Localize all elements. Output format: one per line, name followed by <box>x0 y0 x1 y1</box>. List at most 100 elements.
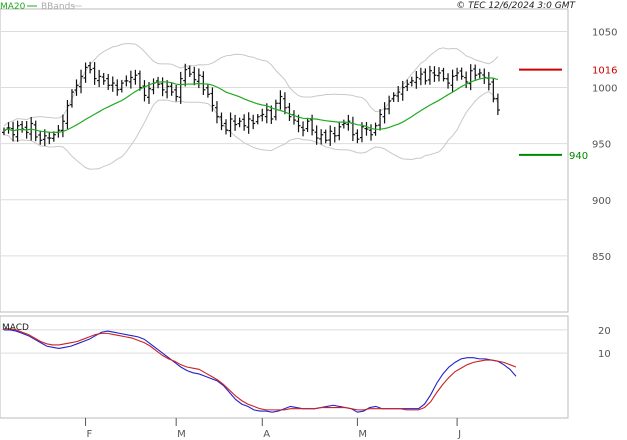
ohlc-bar <box>455 67 460 81</box>
price-panel-frame <box>0 8 569 313</box>
ohlc-bar <box>319 129 324 145</box>
ohlc-bar <box>151 78 156 95</box>
ohlc-bar <box>464 71 469 89</box>
price-tick-label: 1000 <box>592 84 617 95</box>
ohlc-bar <box>47 131 52 145</box>
signal-series <box>4 328 517 411</box>
ohlc-bar <box>169 82 174 96</box>
ohlc-bar <box>382 102 387 124</box>
macd-series <box>4 328 517 413</box>
ohlc-bar <box>468 64 473 91</box>
ohlc-bar <box>328 125 333 146</box>
ohlc-bar <box>160 77 165 97</box>
price-tick-label: 850 <box>592 252 611 263</box>
ohlc-bar <box>92 62 97 85</box>
price-tick-label: 1050 <box>592 27 617 38</box>
ohlc-bar <box>369 124 374 141</box>
ohlc-bar <box>11 121 16 142</box>
ohlc-bar <box>337 122 342 141</box>
bollinger-bands <box>3 43 499 170</box>
ohlc-bar <box>332 126 337 143</box>
ohlc-bar <box>79 69 84 94</box>
ohlc-bar <box>491 78 496 103</box>
macd-panel-frame <box>0 315 569 419</box>
ohlc-bar <box>2 127 6 136</box>
ohlc-bar <box>495 93 500 116</box>
ohlc-bar <box>355 129 360 144</box>
ohlc-bar <box>260 108 265 122</box>
ohlc-bar <box>441 67 446 82</box>
ohlc-bar <box>423 68 428 85</box>
ohlc-bar <box>242 114 247 131</box>
time-tick-label: A <box>263 429 270 440</box>
ohlc-bar <box>414 71 419 89</box>
price-axis: 850 900 950 1000 1050 <box>592 27 617 262</box>
ohlc-bar <box>378 109 383 131</box>
ohlc-bar <box>364 121 369 136</box>
ohlc-bar <box>409 76 414 87</box>
ohlc-bar <box>101 72 106 85</box>
time-tick-label: J <box>457 429 461 440</box>
macd-line-series <box>4 329 517 413</box>
macd-tick-label: 10 <box>598 349 611 360</box>
ohlc-bar <box>482 68 487 84</box>
price-tick-label: 950 <box>592 140 611 151</box>
ohlc-bar <box>56 124 61 138</box>
ohlc-bar <box>119 79 124 93</box>
ohlc-bar <box>350 116 355 142</box>
ohlc-bar <box>396 86 401 102</box>
ohlc-bar <box>278 90 283 110</box>
ohlc-bar <box>301 121 306 137</box>
time-tick-label: F <box>87 429 93 440</box>
time-axis: FMAMJ <box>85 418 461 440</box>
ohlc-bar <box>165 80 170 99</box>
stock-chart: 1016 940 850 900 950 1000 1050 10 20 F M A M J MA2… <box>0 1 617 440</box>
level-label: 1016 <box>592 66 617 77</box>
bband-lower <box>3 90 499 170</box>
ohlc-bar <box>38 130 43 145</box>
price-bars <box>2 61 500 146</box>
ohlc-bar <box>432 66 437 82</box>
macd-axis: 10 20 <box>598 326 611 360</box>
ohlc-bar <box>287 102 292 121</box>
ohlc-bar <box>142 80 147 102</box>
ohlc-bar <box>459 67 464 80</box>
ohlc-bar <box>323 129 328 144</box>
level-label: 940 <box>569 151 588 162</box>
ohlc-bar <box>20 121 25 133</box>
ohlc-bar <box>341 119 346 129</box>
ohlc-bar <box>436 67 441 82</box>
ohlc-bar <box>196 68 201 89</box>
ohlc-bar <box>110 76 115 92</box>
ohlc-bar <box>128 70 133 89</box>
ohlc-bar <box>291 110 296 125</box>
ohlc-bar <box>83 62 88 83</box>
ohlc-bar <box>427 65 432 85</box>
ohlc-bar <box>187 65 192 77</box>
ohlc-bar <box>310 114 315 136</box>
ohlc-bar <box>391 92 396 102</box>
ohlc-bar <box>133 69 138 85</box>
source-credit: © TEC 12/6/2024 3:0 GMT <box>456 1 576 11</box>
ohlc-bar <box>418 67 423 86</box>
ohlc-bar <box>97 69 102 88</box>
ohlc-bar <box>69 89 74 108</box>
ohlc-bar <box>473 64 478 80</box>
ohlc-bar <box>255 114 260 125</box>
time-tick-label: M <box>177 429 186 440</box>
ohlc-bar <box>124 75 129 87</box>
bbands-legend: BBands <box>41 2 75 12</box>
macd-title: MACD <box>2 323 29 333</box>
ma20-legend: MA20 <box>0 2 26 12</box>
ohlc-bar <box>15 120 20 142</box>
ohlc-bar <box>450 69 455 92</box>
ohlc-bar <box>237 117 242 128</box>
ohlc-bar <box>477 68 482 79</box>
ohlc-bar <box>201 71 206 95</box>
ohlc-bar <box>251 114 256 130</box>
ohlc-bar <box>205 84 210 98</box>
ohlc-bar <box>219 112 224 131</box>
ohlc-bar <box>192 66 197 86</box>
ohlc-bar <box>210 87 215 112</box>
ohlc-bar <box>305 117 310 132</box>
